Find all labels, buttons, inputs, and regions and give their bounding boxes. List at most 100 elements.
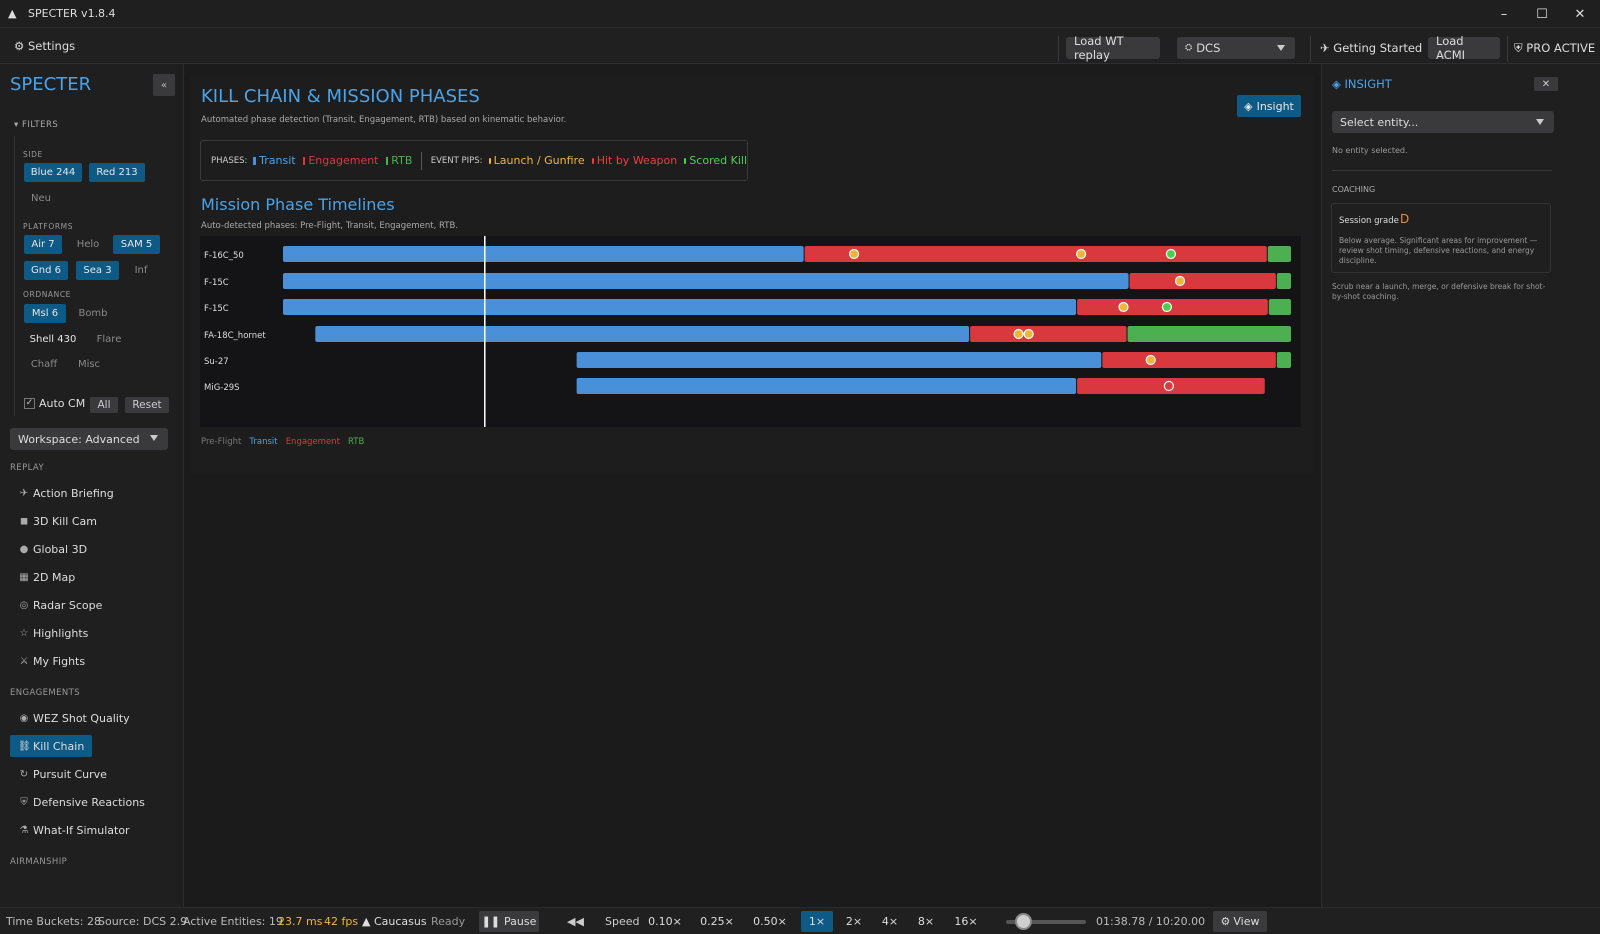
nav-highlights[interactable]: ☆ Highlights: [10, 622, 96, 644]
insight-button[interactable]: ◈ Insight: [1237, 95, 1301, 117]
checkbox-checked-icon[interactable]: ✓: [24, 398, 35, 409]
entity-select[interactable]: Select entity...: [1332, 111, 1554, 133]
rtb-phase-bar[interactable]: [1267, 246, 1291, 262]
workspace-select[interactable]: Workspace: Advanced: [10, 428, 168, 450]
launch-event-pip[interactable]: [1013, 328, 1024, 340]
timeline-scrubber-handle[interactable]: [1015, 913, 1032, 930]
nav-2d-map[interactable]: ▦ 2D Map: [10, 566, 83, 588]
chip-side-blue[interactable]: Blue 244: [24, 163, 82, 182]
nav-label: 3D Kill Cam: [33, 514, 97, 528]
chip-ordnance-misc[interactable]: Misc: [70, 355, 108, 374]
engagement-phase-bar[interactable]: [1077, 299, 1268, 315]
auto-cm-toggle[interactable]: ✓ Auto CM: [24, 397, 85, 410]
engagement-swatch: [302, 156, 306, 165]
speed-option[interactable]: 0.10×: [644, 911, 686, 932]
settings-menu[interactable]: ⚙ Settings: [14, 39, 75, 53]
speed-option[interactable]: 0.50×: [749, 911, 791, 932]
view-button[interactable]: ⚙ View: [1213, 911, 1267, 932]
speed-option[interactable]: 8×: [910, 911, 942, 932]
chip-side-neutral[interactable]: Neu: [24, 189, 58, 208]
close-window-icon[interactable]: ✕: [1562, 0, 1598, 28]
speed-option[interactable]: 0.25×: [696, 911, 738, 932]
nav-what-if-simulator[interactable]: ⚗ What-If Simulator: [10, 819, 138, 841]
filters-label: FILTERS: [21, 120, 59, 130]
load-wt-replay-button[interactable]: Load WT replay: [1066, 34, 1160, 62]
launch-event-pip[interactable]: [848, 248, 860, 260]
transit-phase-bar[interactable]: [576, 352, 1102, 368]
chip-platform-sea[interactable]: Sea 3: [76, 261, 119, 280]
grade-label: Session grade: [1339, 216, 1399, 226]
launch-event-pip[interactable]: [1118, 301, 1129, 313]
side-section-label: SIDE: [23, 150, 43, 159]
phase-timeline-chart[interactable]: F-16C_50 F-15C F-15C FA-18C_hornet Su-27 MiG-…: [200, 236, 1301, 427]
speed-option[interactable]: 16×: [948, 911, 984, 932]
chip-platform-inf[interactable]: Inf: [126, 261, 156, 280]
rtb-phase-bar[interactable]: [1276, 352, 1291, 368]
engagement-phase-bar[interactable]: [1102, 352, 1276, 368]
engagement-phase-bar[interactable]: [970, 326, 1127, 342]
chip-platform-gnd[interactable]: Gnd 6: [24, 261, 68, 280]
nav-radar-scope[interactable]: ◎ Radar Scope: [10, 594, 110, 616]
chip-ordnance-flare[interactable]: Flare: [88, 330, 130, 349]
rtb-phase-bar[interactable]: [1268, 299, 1291, 315]
legend-transit-footer: Transit: [249, 437, 278, 447]
rewind-icon[interactable]: ◀◀: [567, 915, 584, 928]
engagement-phase-bar[interactable]: [1129, 273, 1276, 289]
workspace-value: Workspace: Advanced: [18, 432, 140, 446]
kill-event-pip[interactable]: [1161, 301, 1172, 313]
nav-wez-shot-quality[interactable]: ◉ WEZ Shot Quality: [10, 707, 138, 729]
launch-event-pip[interactable]: [1076, 248, 1087, 260]
nav-defensive-reactions[interactable]: ⛨ Defensive Reactions: [10, 791, 153, 813]
globe-icon: ●: [19, 543, 29, 555]
nav-kill-chain[interactable]: ⛓ Kill Chain: [10, 735, 93, 757]
close-insight-button[interactable]: ✕: [1534, 77, 1558, 91]
transit-phase-bar[interactable]: [283, 273, 1129, 289]
chip-platform-air[interactable]: Air 7: [24, 235, 62, 254]
launch-event-pip[interactable]: [1174, 275, 1186, 287]
maximize-icon[interactable]: ☐: [1524, 0, 1560, 28]
nav-my-fights[interactable]: ⚔ My Fights: [10, 650, 93, 672]
select-all-button[interactable]: All: [90, 397, 118, 413]
insight-title-label: INSIGHT: [1344, 77, 1392, 91]
chip-platform-sam[interactable]: SAM 5: [113, 235, 160, 254]
chip-ordnance-shell[interactable]: Shell 430: [24, 330, 82, 349]
legend-transit: Transit: [259, 154, 296, 167]
kill-event-pip[interactable]: [1165, 248, 1177, 260]
chip-platform-helo[interactable]: Helo: [68, 235, 108, 254]
reset-filters-button[interactable]: Reset: [125, 397, 169, 413]
nav-action-briefing[interactable]: ✈ Action Briefing: [10, 482, 122, 504]
chip-ordnance-chaff[interactable]: Chaff: [24, 355, 64, 374]
getting-started-link[interactable]: ✈ Getting Started: [1320, 41, 1422, 55]
chip-ordnance-bomb[interactable]: Bomb: [72, 304, 114, 323]
transit-phase-bar[interactable]: [283, 246, 804, 262]
load-acmi-button[interactable]: Load ACMI: [1428, 34, 1500, 62]
divider: [1310, 36, 1311, 62]
transit-phase-bar[interactable]: [283, 299, 1077, 315]
collapse-sidebar-button[interactable]: «: [153, 74, 175, 96]
launch-event-pip[interactable]: [1023, 328, 1034, 340]
speed-option[interactable]: 4×: [874, 911, 906, 932]
engagement-phase-bar[interactable]: [1077, 378, 1265, 394]
nav-3d-kill-cam[interactable]: ◼ 3D Kill Cam: [10, 510, 105, 532]
speed-option-active[interactable]: 1×: [801, 911, 833, 932]
row-label: MiG-29S: [204, 383, 240, 393]
rtb-phase-bar[interactable]: [1276, 273, 1291, 289]
insight-button-label: Insight: [1256, 99, 1294, 113]
radar-icon: ◎: [19, 599, 29, 611]
pause-button[interactable]: ❚❚ Pause: [479, 911, 539, 932]
launch-event-pip[interactable]: [1145, 354, 1156, 366]
engagement-phase-bar[interactable]: [804, 246, 1267, 262]
legend-rtb: RTB: [391, 154, 413, 167]
transit-phase-bar[interactable]: [576, 378, 1077, 394]
chip-side-red[interactable]: Red 213: [89, 163, 145, 182]
chip-ordnance-msl[interactable]: Msl 6: [24, 304, 66, 323]
filters-heading[interactable]: ▾ FILTERS: [14, 120, 58, 130]
sim-select[interactable]: ⛭ DCS: [1177, 37, 1295, 59]
transit-phase-bar[interactable]: [315, 326, 970, 342]
minimize-icon[interactable]: –: [1486, 0, 1522, 28]
page-subtitle: Automated phase detection (Transit, Enga…: [201, 115, 567, 125]
nav-pursuit-curve[interactable]: ↻ Pursuit Curve: [10, 763, 115, 785]
rtb-phase-bar[interactable]: [1127, 326, 1291, 342]
speed-option[interactable]: 2×: [838, 911, 870, 932]
nav-global-3d[interactable]: ● Global 3D: [10, 538, 95, 560]
